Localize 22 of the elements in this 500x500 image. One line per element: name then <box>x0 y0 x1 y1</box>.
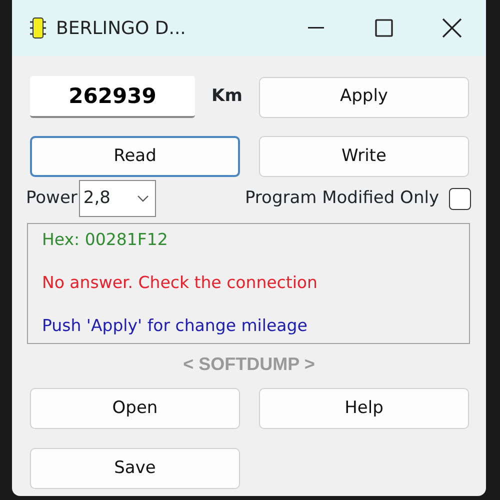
open-button[interactable]: Open <box>30 388 240 429</box>
minimize-icon <box>308 27 324 29</box>
window-title: BERLINGO D... <box>56 16 187 40</box>
brand-label: < SOFTDUMP > <box>182 353 316 376</box>
power-dropdown[interactable]: 2,8 <box>79 180 156 217</box>
close-icon <box>442 18 462 38</box>
log-message: Push 'Apply' for change mileage <box>42 315 308 338</box>
checkbox[interactable] <box>449 188 471 210</box>
power-label: Power <box>26 186 78 210</box>
log-message: No answer. Check the connection <box>42 272 318 294</box>
caret-icon <box>137 194 150 202</box>
help-button[interactable]: Help <box>259 388 469 429</box>
write-button[interactable]: Write <box>259 136 469 177</box>
log-message: Hex: 00281F12 <box>42 229 168 251</box>
chip-icon <box>30 17 46 39</box>
save-button[interactable]: Save <box>30 448 240 489</box>
checkbox-label: Program Modified Only <box>244 186 439 210</box>
read-button[interactable]: Read <box>30 136 240 177</box>
apply-button[interactable]: Apply <box>259 76 469 118</box>
maximize-icon <box>375 19 393 37</box>
mileage-field[interactable]: 262939 <box>30 76 195 118</box>
unit-label: Km <box>210 85 244 108</box>
